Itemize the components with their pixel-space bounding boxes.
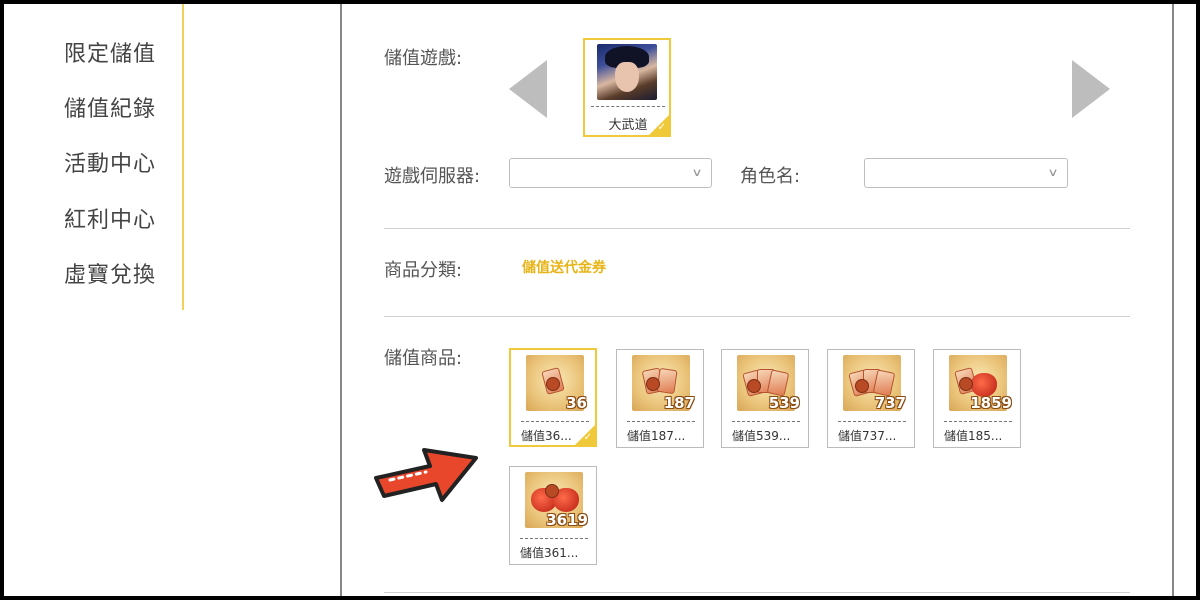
page: 限定儲值 儲值紀錄 活動中心 紅利中心 虛寶兌換 儲值遊戲: 大武道 ✓ 遊戲伺… [4,4,1196,596]
check-icon: ✓ [657,122,666,133]
category-label: 商品分類: [384,260,463,281]
product-amount: 36 [566,394,587,412]
product-amount: 3619 [546,511,588,529]
divider [384,228,1130,229]
caret-left-icon[interactable] [509,60,547,118]
product-amount: 187 [663,394,695,412]
category-option[interactable]: 儲值送代金券 [522,257,606,277]
product-card[interactable]: 1859 儲值185... [933,349,1021,448]
product-amount: 1859 [970,394,1012,412]
product-card[interactable]: 737 儲值737... [827,349,915,448]
divider [732,421,800,422]
sidebar-item-topup-history[interactable]: 儲值紀錄 [64,91,156,123]
divider [944,421,1012,422]
products-label: 儲值商品: [384,348,463,369]
chevron-down-icon: ∨ [691,166,703,179]
divider [591,106,665,107]
server-label: 遊戲伺服器: [384,166,481,187]
sidebar-divider [182,4,184,310]
product-card[interactable]: 3619 儲值361... [509,466,597,565]
divider [627,421,695,422]
sidebar-item-voucher-exchange[interactable]: 虛寶兌換 [64,257,156,289]
divider [838,421,906,422]
role-label: 角色名: [740,166,801,187]
product-name: 儲值737... [838,429,897,443]
divider [521,421,589,422]
sidebar-item-bonus-center[interactable]: 紅利中心 [64,202,156,234]
product-card[interactable]: 36 儲值36... ✓ [509,348,597,447]
red-arrow-icon [374,448,478,502]
product-card[interactable]: 187 儲值187... [616,349,704,448]
game-card[interactable]: 大武道 ✓ [583,38,671,137]
chevron-down-icon: ∨ [1047,166,1059,179]
product-name: 儲值539... [732,429,791,443]
divider [384,316,1130,317]
product-amount: 737 [874,394,906,412]
divider [520,538,588,539]
sidebar-item-event-center[interactable]: 活動中心 [64,146,156,178]
game-portrait [597,44,657,100]
product-amount: 539 [768,394,800,412]
product-name: 儲值361... [520,546,579,560]
product-name: 儲值185... [944,429,1003,443]
server-select[interactable]: ∨ [509,158,712,188]
caret-right-icon[interactable] [1072,60,1110,118]
role-select[interactable]: ∨ [864,158,1068,188]
product-card[interactable]: 539 儲值539... [721,349,809,448]
product-name: 儲值36... [521,429,572,443]
game-label: 儲值遊戲: [384,48,463,69]
product-name: 儲值187... [627,429,686,443]
panel-border-left [340,4,342,596]
sidebar-item-limited-topup[interactable]: 限定儲值 [64,36,156,68]
divider [384,592,1130,593]
check-icon: ✓ [583,432,592,443]
panel-border-right [1172,4,1174,596]
